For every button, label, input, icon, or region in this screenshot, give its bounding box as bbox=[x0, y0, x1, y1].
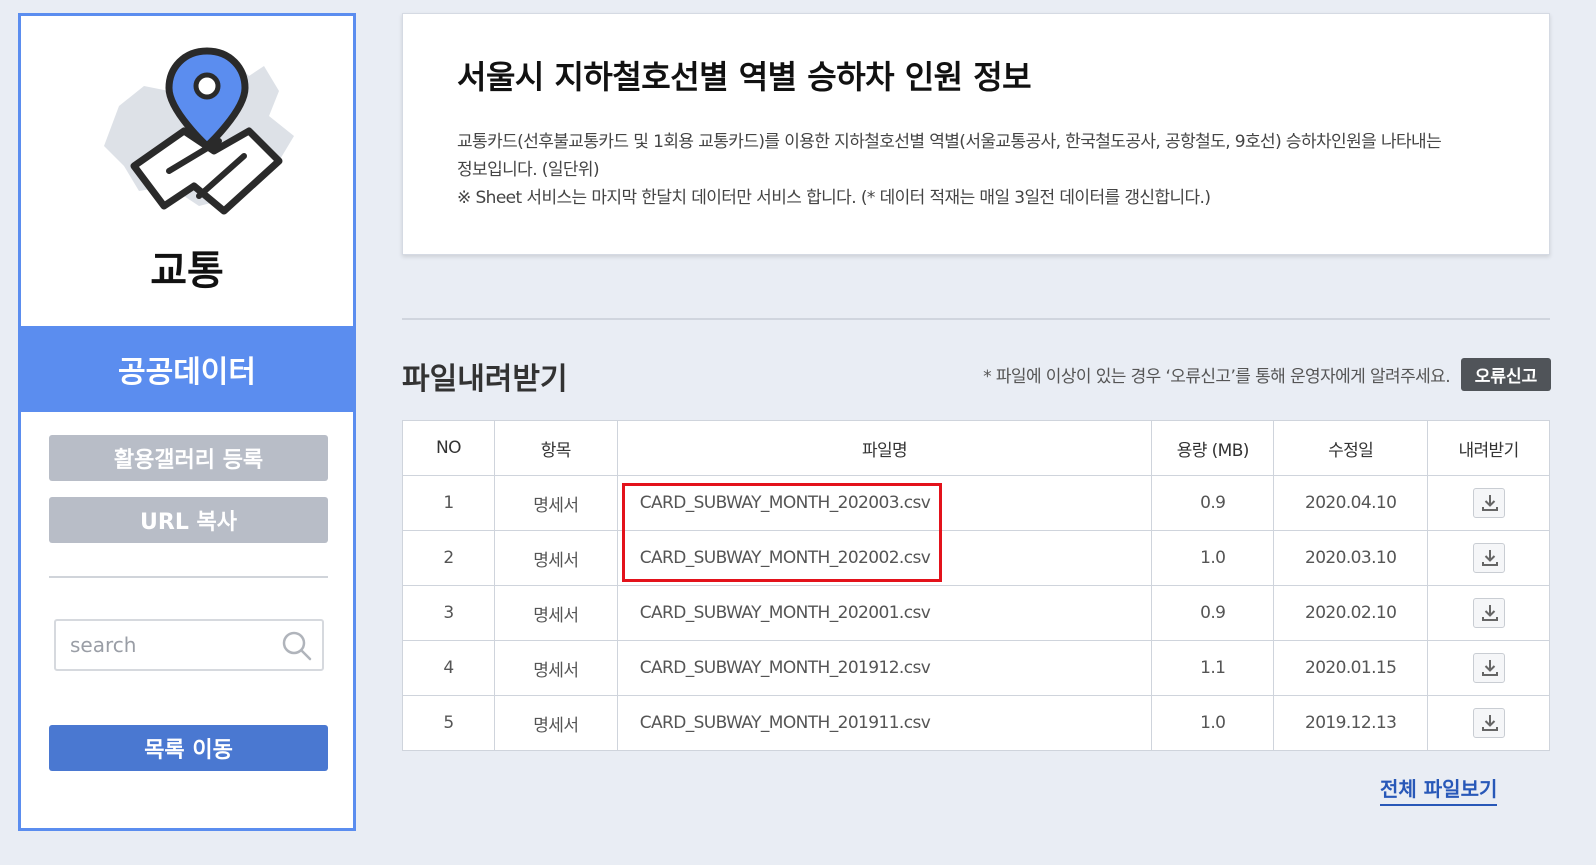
download-button[interactable] bbox=[1472, 543, 1505, 573]
row-size: 1.0 bbox=[1151, 530, 1275, 586]
column-header-date: 수정일 bbox=[1273, 420, 1429, 476]
row-date: 2020.02.10 bbox=[1273, 585, 1429, 641]
row-download-cell bbox=[1427, 475, 1550, 531]
column-header-no: NO bbox=[402, 420, 495, 476]
download-icon bbox=[1481, 605, 1498, 621]
table-header-row: NO 항목 파일명 용량 (MB) 수정일 내려받기 bbox=[402, 420, 1550, 476]
row-size: 0.9 bbox=[1151, 585, 1275, 641]
download-icon bbox=[1481, 715, 1498, 731]
row-filename: CARD_SUBWAY_MONTH_202001.csv bbox=[616, 585, 1153, 641]
row-size: 1.0 bbox=[1151, 695, 1275, 751]
row-filename: CARD_SUBWAY_MONTH_202002.csv bbox=[616, 530, 1153, 586]
row-date: 2020.04.10 bbox=[1273, 475, 1429, 531]
download-icon bbox=[1481, 550, 1498, 566]
row-size: 0.9 bbox=[1151, 475, 1275, 531]
table-row: 4 명세서 CARD_SUBWAY_MONTH_201912.csv 1.1 2… bbox=[402, 640, 1550, 696]
row-date: 2019.12.13 bbox=[1273, 695, 1429, 751]
description-line: 정보입니다. (일단위) bbox=[457, 160, 600, 180]
row-item: 명세서 bbox=[493, 475, 618, 531]
file-table: NO 항목 파일명 용량 (MB) 수정일 내려받기 1 명세서 CARD_SU… bbox=[402, 420, 1550, 751]
map-pin-icon bbox=[104, 47, 294, 215]
row-no: 5 bbox=[402, 695, 495, 751]
url-copy-button[interactable]: URL 복사 bbox=[49, 497, 328, 543]
table-row: 1 명세서 CARD_SUBWAY_MONTH_202003.csv 0.9 2… bbox=[402, 475, 1550, 531]
row-filename: CARD_SUBWAY_MONTH_201911.csv bbox=[616, 695, 1153, 751]
row-no: 3 bbox=[402, 585, 495, 641]
gallery-register-button[interactable]: 활용갤러리 등록 bbox=[49, 435, 328, 481]
dataset-title: 서울시 지하철호선별 역별 승하차 인원 정보 bbox=[457, 58, 1032, 96]
search-icon[interactable] bbox=[282, 631, 312, 661]
column-header-download: 내려받기 bbox=[1427, 420, 1550, 476]
error-report-notice: * 파일에 이상이 있는 경우 ‘오류신고’를 통해 운영자에게 알려주세요. bbox=[983, 367, 1450, 387]
section-divider bbox=[402, 318, 1550, 320]
column-header-item: 항목 bbox=[493, 420, 618, 476]
row-download-cell bbox=[1427, 585, 1550, 641]
row-size: 1.1 bbox=[1151, 640, 1275, 696]
column-header-filename: 파일명 bbox=[616, 420, 1153, 476]
sidebar: 교통 공공데이터 활용갤러리 등록 URL 복사 목록 이동 bbox=[18, 13, 356, 831]
download-button[interactable] bbox=[1472, 708, 1505, 738]
download-button[interactable] bbox=[1472, 598, 1505, 628]
download-section-title: 파일내려받기 bbox=[402, 362, 568, 397]
download-icon bbox=[1481, 495, 1498, 511]
table-row: 5 명세서 CARD_SUBWAY_MONTH_201911.csv 1.0 2… bbox=[402, 695, 1550, 751]
row-filename: CARD_SUBWAY_MONTH_202003.csv bbox=[616, 475, 1153, 531]
row-item: 명세서 bbox=[493, 530, 618, 586]
search-input[interactable] bbox=[70, 631, 270, 659]
row-download-cell bbox=[1427, 640, 1550, 696]
list-button[interactable]: 목록 이동 bbox=[49, 725, 328, 771]
sidebar-divider bbox=[49, 576, 328, 578]
dataset-description: 교통카드(선후불교통카드 및 1회용 교통카드)를 이용한 지하철호선별 역별(… bbox=[457, 128, 1517, 212]
download-icon bbox=[1481, 660, 1498, 676]
column-header-size: 용량 (MB) bbox=[1151, 420, 1275, 476]
table-row: 3 명세서 CARD_SUBWAY_MONTH_202001.csv 0.9 2… bbox=[402, 585, 1550, 641]
description-note: ※ Sheet 서비스는 마지막 한달치 데이터만 서비스 합니다. (* 데이… bbox=[457, 188, 1211, 208]
row-date: 2020.01.15 bbox=[1273, 640, 1429, 696]
download-button[interactable] bbox=[1472, 488, 1505, 518]
row-item: 명세서 bbox=[493, 585, 618, 641]
table-row: 2 명세서 CARD_SUBWAY_MONTH_202002.csv 1.0 2… bbox=[402, 530, 1550, 586]
search-box bbox=[54, 619, 324, 671]
error-report-button[interactable]: 오류신고 bbox=[1461, 358, 1551, 391]
dataset-info-card: 서울시 지하철호선별 역별 승하차 인원 정보 교통카드(선후불교통카드 및 1… bbox=[402, 13, 1550, 255]
row-download-cell bbox=[1427, 530, 1550, 586]
row-item: 명세서 bbox=[493, 695, 618, 751]
row-download-cell bbox=[1427, 695, 1550, 751]
row-no: 2 bbox=[402, 530, 495, 586]
row-no: 1 bbox=[402, 475, 495, 531]
section-label: 공공데이터 bbox=[21, 326, 353, 412]
row-no: 4 bbox=[402, 640, 495, 696]
category-header: 교통 bbox=[21, 16, 353, 326]
row-filename: CARD_SUBWAY_MONTH_201912.csv bbox=[616, 640, 1153, 696]
row-item: 명세서 bbox=[493, 640, 618, 696]
row-date: 2020.03.10 bbox=[1273, 530, 1429, 586]
category-title: 교통 bbox=[150, 248, 224, 294]
download-button[interactable] bbox=[1472, 653, 1505, 683]
view-all-files-link[interactable]: 전체 파일보기 bbox=[1380, 773, 1498, 806]
description-line: 교통카드(선후불교통카드 및 1회용 교통카드)를 이용한 지하철호선별 역별(… bbox=[457, 132, 1442, 152]
